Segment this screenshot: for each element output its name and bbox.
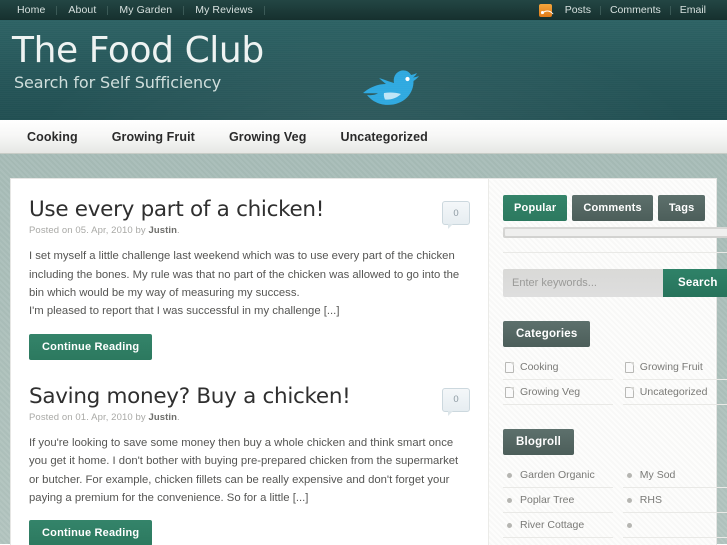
blogroll-item-my-sod[interactable]: My Sod	[622, 463, 727, 488]
nav-item-growing-veg[interactable]: Growing Veg	[212, 130, 324, 144]
utility-link-my-garden[interactable]: My Garden	[108, 4, 183, 16]
post-title[interactable]: Saving money? Buy a chicken!	[29, 384, 470, 409]
sidebar: Popular Comments Tags Search Categories …	[489, 179, 727, 545]
comment-count-badge[interactable]: 0	[442, 201, 470, 229]
bullet-icon	[626, 497, 632, 503]
utility-link-my-reviews[interactable]: My Reviews	[184, 4, 264, 16]
post-excerpt-p1: If you're looking to save some money the…	[29, 436, 459, 504]
nav-item-growing-fruit[interactable]: Growing Fruit	[95, 130, 212, 144]
post-author[interactable]: Justin	[148, 225, 177, 236]
categories-list: Cooking Growing Fruit Growing Veg Uncate…	[503, 355, 727, 405]
feed-link-comments[interactable]: Comments	[601, 4, 670, 16]
blogroll-label[interactable]: Garden Organic	[520, 469, 595, 481]
post-excerpt: If you're looking to save some money the…	[29, 434, 470, 507]
bullet-icon	[507, 522, 512, 528]
utility-bar: Home About My Garden My Reviews Posts Co…	[0, 0, 727, 20]
site-masthead: The Food Club Search for Self Sufficienc…	[0, 20, 727, 120]
category-item-cooking[interactable]: Cooking	[503, 355, 613, 380]
post-excerpt-p2: I'm pleased to report that I was success…	[29, 305, 340, 318]
feed-link-posts[interactable]: Posts	[556, 4, 600, 16]
post-meta-suffix: .	[177, 225, 180, 237]
post-title[interactable]: Use every part of a chicken!	[29, 197, 470, 222]
search-button[interactable]: Search	[663, 269, 727, 297]
blogroll-item-poplar-tree[interactable]: Poplar Tree	[503, 488, 613, 513]
tab-panel-inner	[505, 229, 727, 236]
bullet-icon	[507, 497, 512, 503]
content-card: 0 Use every part of a chicken! Posted on…	[10, 178, 727, 545]
site-tagline: Search for Self Sufficiency	[14, 72, 222, 92]
search-form: Search	[503, 269, 727, 297]
utility-social-links: Posts Comments Email	[538, 3, 715, 17]
comment-count: 0	[453, 394, 459, 406]
category-item-growing-veg[interactable]: Growing Veg	[503, 380, 613, 405]
bullet-icon	[626, 472, 632, 478]
blogroll-title: Blogroll	[503, 429, 575, 455]
post-date-text: Posted on 01. Apr, 2010 by	[29, 411, 149, 423]
post-item: 0 Saving money? Buy a chicken! Posted on…	[29, 384, 470, 545]
blogroll-item-garden-organic[interactable]: Garden Organic	[503, 463, 613, 488]
blogroll-item-extra[interactable]	[622, 513, 727, 538]
utility-link-about[interactable]: About	[57, 4, 107, 16]
category-label[interactable]: Cooking	[520, 361, 559, 373]
blogroll-widget: Blogroll Garden Organic My Sod Poplar Tr…	[503, 429, 727, 538]
tab-popular[interactable]: Popular	[503, 195, 568, 221]
post-meta: Posted on 05. Apr, 2010 by Justin.	[29, 225, 470, 236]
twitter-bird-icon[interactable]	[360, 67, 422, 113]
post-author[interactable]: Justin	[148, 412, 177, 423]
category-item-growing-fruit[interactable]: Growing Fruit	[622, 355, 727, 380]
rss-icon[interactable]	[538, 3, 552, 17]
bullet-icon	[626, 522, 632, 528]
post-meta: Posted on 01. Apr, 2010 by Justin.	[29, 412, 470, 423]
divider	[263, 5, 265, 15]
post-item: 0 Use every part of a chicken! Posted on…	[29, 197, 470, 374]
blogroll-label[interactable]: Poplar Tree	[520, 494, 574, 506]
document-icon	[505, 361, 514, 373]
document-icon	[624, 386, 634, 398]
tab-tags[interactable]: Tags	[657, 195, 706, 221]
category-item-uncategorized[interactable]: Uncategorized	[622, 380, 727, 405]
bullet-icon	[507, 472, 512, 478]
post-list: 0 Use every part of a chicken! Posted on…	[11, 179, 489, 545]
post-excerpt: I set myself a little challenge last wee…	[29, 247, 470, 320]
page-background: 0 Use every part of a chicken! Posted on…	[0, 154, 727, 545]
blogroll-label[interactable]: RHS	[640, 494, 662, 506]
tab-panel	[503, 227, 727, 238]
document-icon	[624, 361, 634, 373]
blogroll-item-rhs[interactable]: RHS	[622, 488, 727, 513]
blogroll-list: Garden Organic My Sod Poplar Tree RHS Ri…	[503, 463, 727, 538]
blogroll-label[interactable]: My Sod	[640, 469, 676, 481]
category-label[interactable]: Uncategorized	[640, 386, 708, 398]
category-label[interactable]: Growing Fruit	[640, 361, 703, 373]
sidebar-tabs: Popular Comments Tags	[503, 195, 727, 221]
feed-link-email[interactable]: Email	[671, 4, 715, 16]
utility-nav: Home About My Garden My Reviews	[6, 4, 265, 16]
brand[interactable]: The Food Club Search for Self Sufficienc…	[12, 30, 264, 92]
post-date-text: Posted on 05. Apr, 2010 by	[29, 225, 149, 237]
utility-link-home[interactable]: Home	[6, 4, 56, 16]
categories-widget: Categories Cooking Growing Fruit Growing…	[503, 321, 727, 405]
nav-item-cooking[interactable]: Cooking	[10, 130, 95, 144]
document-icon	[505, 386, 514, 398]
site-title: The Food Club	[12, 30, 264, 71]
comment-count: 0	[453, 207, 459, 219]
comment-count-badge[interactable]: 0	[442, 387, 470, 416]
divider	[503, 252, 727, 253]
post-meta-suffix: .	[177, 411, 180, 423]
category-label[interactable]: Growing Veg	[520, 386, 580, 398]
post-excerpt-p1: I set myself a little challenge last wee…	[29, 250, 460, 299]
blogroll-item-river-cottage[interactable]: River Cottage	[503, 513, 613, 538]
search-input[interactable]	[503, 269, 663, 297]
continue-reading-button[interactable]: Continue Reading	[29, 333, 153, 360]
blogroll-label[interactable]: River Cottage	[520, 519, 584, 531]
nav-item-uncategorized[interactable]: Uncategorized	[323, 130, 444, 144]
continue-reading-button[interactable]: Continue Reading	[29, 520, 153, 545]
categories-title: Categories	[503, 321, 591, 347]
tab-comments[interactable]: Comments	[572, 195, 653, 221]
primary-nav: Cooking Growing Fruit Growing Veg Uncate…	[0, 120, 727, 154]
